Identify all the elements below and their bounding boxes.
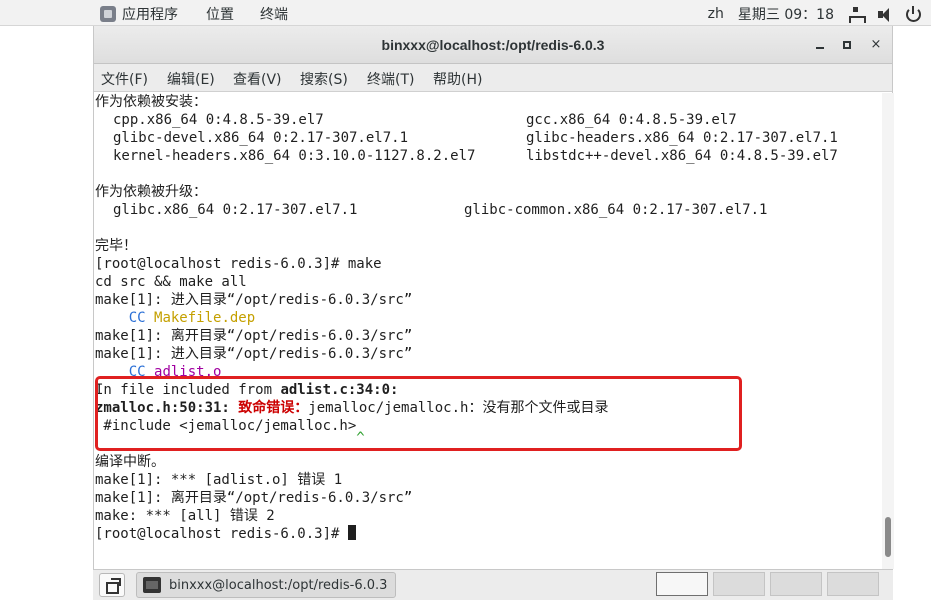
terminal-line: 完毕！ [95, 238, 137, 254]
terminal-line: gcc.x86_64 0:4.8.5-39.el7 [526, 112, 737, 128]
menu-help[interactable]: 帮助(H) [433, 69, 482, 89]
terminal-icon [143, 577, 161, 593]
show-desktop-icon[interactable] [99, 573, 125, 597]
terminal-line: 编译中断。 [95, 454, 165, 470]
terminal-line: [root@localhost redis-6.0.3]# make [95, 256, 382, 272]
clock[interactable]: 星期三 09：18 [738, 4, 834, 24]
workspace-3[interactable] [770, 572, 822, 596]
scrollbar-thumb[interactable] [885, 517, 891, 557]
window-titlebar[interactable]: binxxx@localhost:/opt/redis-6.0.3 × [94, 26, 892, 64]
cc-target: Makefile.dep [154, 310, 256, 326]
menu-terminal[interactable]: 终端(T) [367, 69, 414, 89]
terminal-output[interactable]: 作为依赖被安装： cpp.x86_64 0:4.8.5-39.el7 gcc.x… [94, 93, 882, 569]
menu-bar: 文件(F) 编辑(E) 查看(V) 搜索(S) 终端(T) 帮助(H) [94, 64, 892, 92]
menu-view[interactable]: 查看(V) [233, 69, 282, 89]
desktop-background-left [0, 26, 93, 600]
terminal-line: make[1]: *** [adlist.o] 错误 1 [95, 472, 343, 488]
network-icon[interactable] [848, 6, 866, 23]
terminal-line: glibc.x86_64 0:2.17-307.el7.1 [113, 202, 358, 218]
taskbar-window-button[interactable]: binxxx@localhost:/opt/redis-6.0.3 [136, 572, 396, 598]
terminal-line: glibc-headers.x86_64 0:2.17-307.el7.1 [526, 130, 838, 146]
desktop-background-right [893, 26, 931, 600]
input-method-indicator[interactable]: zh [708, 6, 724, 22]
menu-file[interactable]: 文件(F) [101, 69, 148, 89]
applications-menu[interactable]: 应用程序 [100, 4, 178, 24]
prompt-text: [root@localhost redis-6.0.3]# [95, 526, 348, 542]
terminal-line: cpp.x86_64 0:4.8.5-39.el7 [113, 112, 324, 128]
minimize-button[interactable] [812, 37, 828, 53]
top-panel: 应用程序 位置 终端 zh 星期三 09：18 [0, 0, 931, 26]
terminal-scrollbar[interactable] [882, 93, 894, 569]
terminal-line: cd src && make all [95, 274, 247, 290]
workspace-1[interactable] [656, 572, 708, 596]
minimize-icon [816, 47, 824, 49]
menu-edit[interactable]: 编辑(E) [167, 69, 215, 89]
places-menu[interactable]: 位置 [206, 4, 234, 24]
workspace-2[interactable] [713, 572, 765, 596]
applications-icon [100, 6, 116, 22]
terminal-line: glibc-common.x86_64 0:2.17-307.el7.1 [464, 202, 768, 218]
terminal-app-menu[interactable]: 终端 [260, 4, 288, 24]
window-title: binxxx@localhost:/opt/redis-6.0.3 [381, 37, 605, 53]
terminal-line: make[1]: 进入目录“/opt/redis-6.0.3/src” [95, 346, 413, 362]
bottom-panel: binxxx@localhost:/opt/redis-6.0.3 [93, 569, 893, 600]
terminal-line: make[1]: 离开目录“/opt/redis-6.0.3/src” [95, 490, 413, 506]
volume-icon[interactable] [877, 7, 892, 22]
terminal-line: 作为依赖被安装： [95, 94, 207, 110]
terminal-line: make[1]: 进入目录“/opt/redis-6.0.3/src” [95, 292, 413, 308]
terminal-window: binxxx@localhost:/opt/redis-6.0.3 × 文件(F… [93, 26, 894, 569]
terminal-line: CC Makefile.dep [95, 309, 255, 327]
terminal-line: libstdc++-devel.x86_64 0:4.8.5-39.el7 [526, 148, 838, 164]
text-cursor [347, 525, 356, 540]
taskbar-window-label: binxxx@localhost:/opt/redis-6.0.3 [169, 578, 388, 593]
error-highlight-box [95, 376, 742, 451]
power-icon[interactable] [906, 5, 921, 22]
menu-search[interactable]: 搜索(S) [300, 69, 348, 89]
terminal-line: kernel-headers.x86_64 0:3.10.0-1127.8.2.… [113, 148, 476, 164]
workspace-4[interactable] [827, 572, 879, 596]
maximize-button[interactable] [839, 37, 855, 53]
close-button[interactable]: × [868, 37, 884, 53]
applications-label: 应用程序 [122, 7, 178, 23]
terminal-prompt[interactable]: [root@localhost redis-6.0.3]# [95, 525, 356, 543]
terminal-line: make: *** [all] 错误 2 [95, 508, 275, 524]
terminal-line: 作为依赖被升级： [95, 184, 207, 200]
cc-label: CC [95, 310, 146, 326]
terminal-line: glibc-devel.x86_64 0:2.17-307.el7.1 [113, 130, 409, 146]
terminal-line: make[1]: 离开目录“/opt/redis-6.0.3/src” [95, 328, 413, 344]
maximize-icon [843, 41, 851, 49]
